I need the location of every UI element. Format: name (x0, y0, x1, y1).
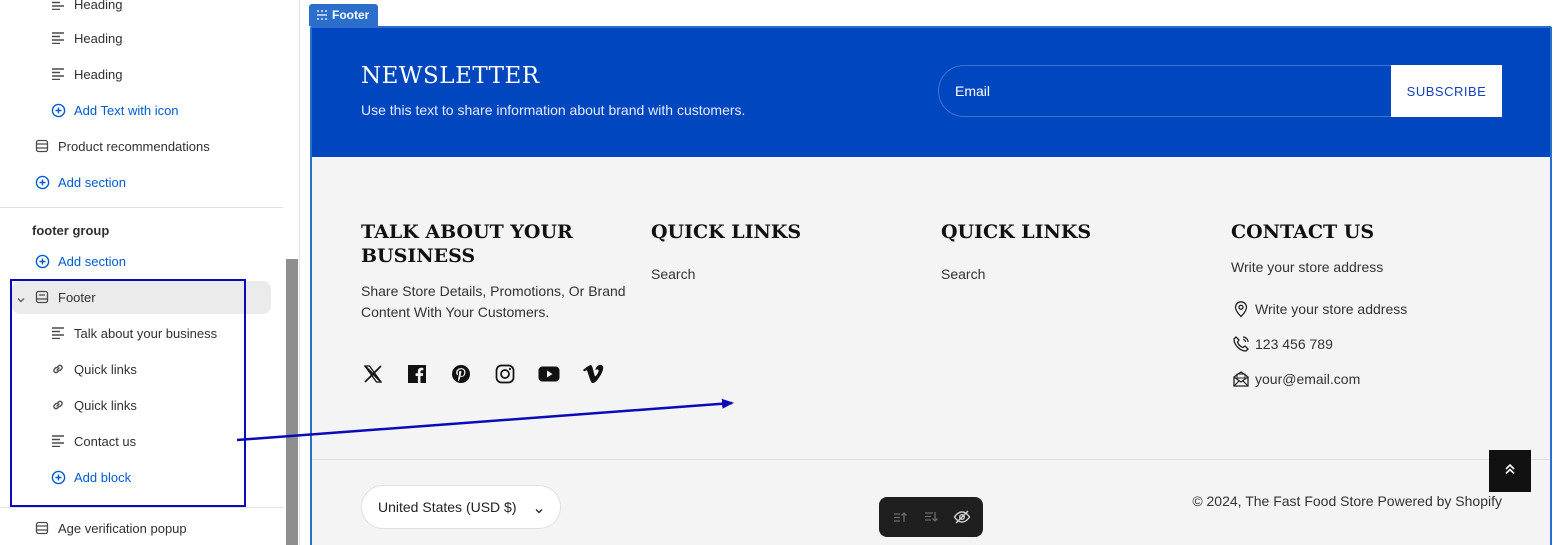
section-toolbar (879, 497, 983, 537)
contact-email: your@email.com (1231, 369, 1360, 389)
sidebar-item-heading[interactable]: Heading (50, 60, 122, 88)
phone-icon (1231, 334, 1251, 354)
business-text: Share Store Details, Promotions, Or Bran… (361, 283, 626, 320)
section-icon (34, 289, 50, 305)
newsletter-form: SUBSCRIBE (938, 65, 1502, 117)
currency-selector[interactable]: United States (USD $) (361, 485, 561, 529)
sidebar-item-heading[interactable]: Heading (50, 0, 122, 18)
block-contact-us[interactable]: Contact us (50, 427, 136, 455)
vimeo-icon[interactable] (581, 362, 605, 386)
section-icon (34, 138, 50, 154)
sidebar-item-label: Heading (74, 0, 123, 12)
chevron-down-icon[interactable] (16, 292, 26, 303)
link-icon (50, 397, 66, 413)
plus-circle-icon (50, 469, 66, 485)
sidebar-item-label: Heading (74, 30, 123, 46)
text-lines-icon (50, 0, 66, 12)
contact-phone-text: 123 456 789 (1255, 336, 1333, 352)
plus-circle-icon (34, 174, 50, 190)
footer-group-title: footer group (32, 222, 110, 238)
x-icon[interactable] (361, 362, 385, 386)
block-label: Quick links (74, 397, 137, 413)
footer-divider (312, 459, 1550, 460)
contact-phone: 123 456 789 (1231, 334, 1333, 354)
add-section-label: Add section (58, 174, 126, 190)
sidebar-item-label: Age verification popup (58, 520, 187, 536)
block-label: Quick links (74, 361, 137, 377)
section-icon (34, 520, 50, 536)
contact-address-text: Write your store address (1255, 301, 1408, 317)
add-block-label: Add block (74, 469, 132, 485)
sidebar-item-heading[interactable]: Heading (50, 24, 122, 52)
newsletter-title: NEWSLETTER (361, 63, 540, 89)
move-down-icon[interactable] (919, 505, 943, 529)
quick-links-title: QUICK LINKS (651, 221, 802, 243)
contact-text: Write your store address (1231, 259, 1384, 275)
contact-email-text: your@email.com (1255, 371, 1361, 387)
plus-circle-icon (50, 102, 66, 118)
text-lines-icon (50, 325, 66, 341)
sidebar-item-age-verification[interactable]: Age verification popup (34, 514, 187, 542)
pinterest-icon[interactable] (449, 362, 473, 386)
block-label: Contact us (74, 433, 137, 449)
move-up-icon[interactable] (888, 505, 912, 529)
text-lines-icon (50, 66, 66, 82)
contact-title: CONTACT US (1231, 221, 1375, 243)
sidebar-item-label: Heading (74, 66, 123, 82)
contact-address: Write your store address (1231, 299, 1407, 319)
double-chevron-up-icon (1503, 462, 1517, 481)
footer-body: TALK ABOUT YOUR BUSINESS Share Store Det… (312, 157, 1550, 545)
back-to-top-button[interactable] (1489, 450, 1531, 492)
quick-links-title: QUICK LINKS (941, 221, 1092, 243)
sidebar-scrollbar-thumb[interactable] (286, 259, 298, 545)
add-section-button[interactable]: Add section (34, 168, 126, 196)
footer-tag-label: Footer (332, 8, 370, 22)
block-label: Talk about your business (74, 325, 218, 341)
plus-circle-icon (34, 253, 50, 269)
sidebar-item-footer[interactable]: Footer (34, 283, 96, 311)
sidebar-item-product-recommendations[interactable]: Product recommendations (34, 132, 210, 160)
sidebar-item-label: Product recommendations (58, 138, 210, 154)
chevron-down-icon (534, 503, 544, 514)
quick-link-search[interactable]: Search (651, 264, 695, 285)
footer-section-frame[interactable]: NEWSLETTER Use this text to share inform… (310, 26, 1552, 545)
youtube-icon[interactable] (537, 362, 561, 386)
facebook-icon[interactable] (405, 362, 429, 386)
newsletter-text: Use this text to share information about… (361, 102, 746, 118)
email-input[interactable] (939, 66, 1391, 116)
business-title: TALK ABOUT YOUR BUSINESS (361, 221, 573, 267)
instagram-icon[interactable] (493, 362, 517, 386)
location-pin-icon (1231, 299, 1251, 319)
link-icon (50, 361, 66, 377)
sidebar-divider (0, 507, 283, 508)
footer-group-add-section-button[interactable]: Add section (34, 247, 126, 275)
mail-icon (1231, 369, 1251, 389)
editor-sidebar: Heading Heading Heading Add Text with ic… (0, 0, 300, 545)
block-quick-links[interactable]: Quick links (50, 355, 137, 383)
section-icon (316, 9, 328, 21)
add-block-button[interactable]: Add block (50, 463, 131, 491)
sidebar-divider (0, 207, 283, 208)
add-section-label: Add section (58, 253, 126, 269)
add-text-with-icon-button[interactable]: Add Text with icon (50, 96, 179, 124)
block-talk-about-business[interactable]: Talk about your business (50, 319, 217, 347)
text-lines-icon (50, 433, 66, 449)
currency-value: United States (USD $) (378, 499, 517, 515)
text-lines-icon (50, 30, 66, 46)
hide-eye-slash-icon[interactable] (950, 505, 974, 529)
footer-section-tag[interactable]: Footer (309, 4, 379, 26)
copyright-text: © 2024, The Fast Food Store Powered by S… (1192, 493, 1502, 509)
block-quick-links[interactable]: Quick links (50, 391, 137, 419)
add-text-with-icon-label: Add Text with icon (74, 102, 179, 118)
subscribe-button[interactable]: SUBSCRIBE (1391, 65, 1502, 117)
quick-link-search[interactable]: Search (941, 264, 985, 285)
sidebar-item-label: Footer (58, 289, 96, 305)
newsletter-band: NEWSLETTER Use this text to share inform… (312, 28, 1550, 157)
